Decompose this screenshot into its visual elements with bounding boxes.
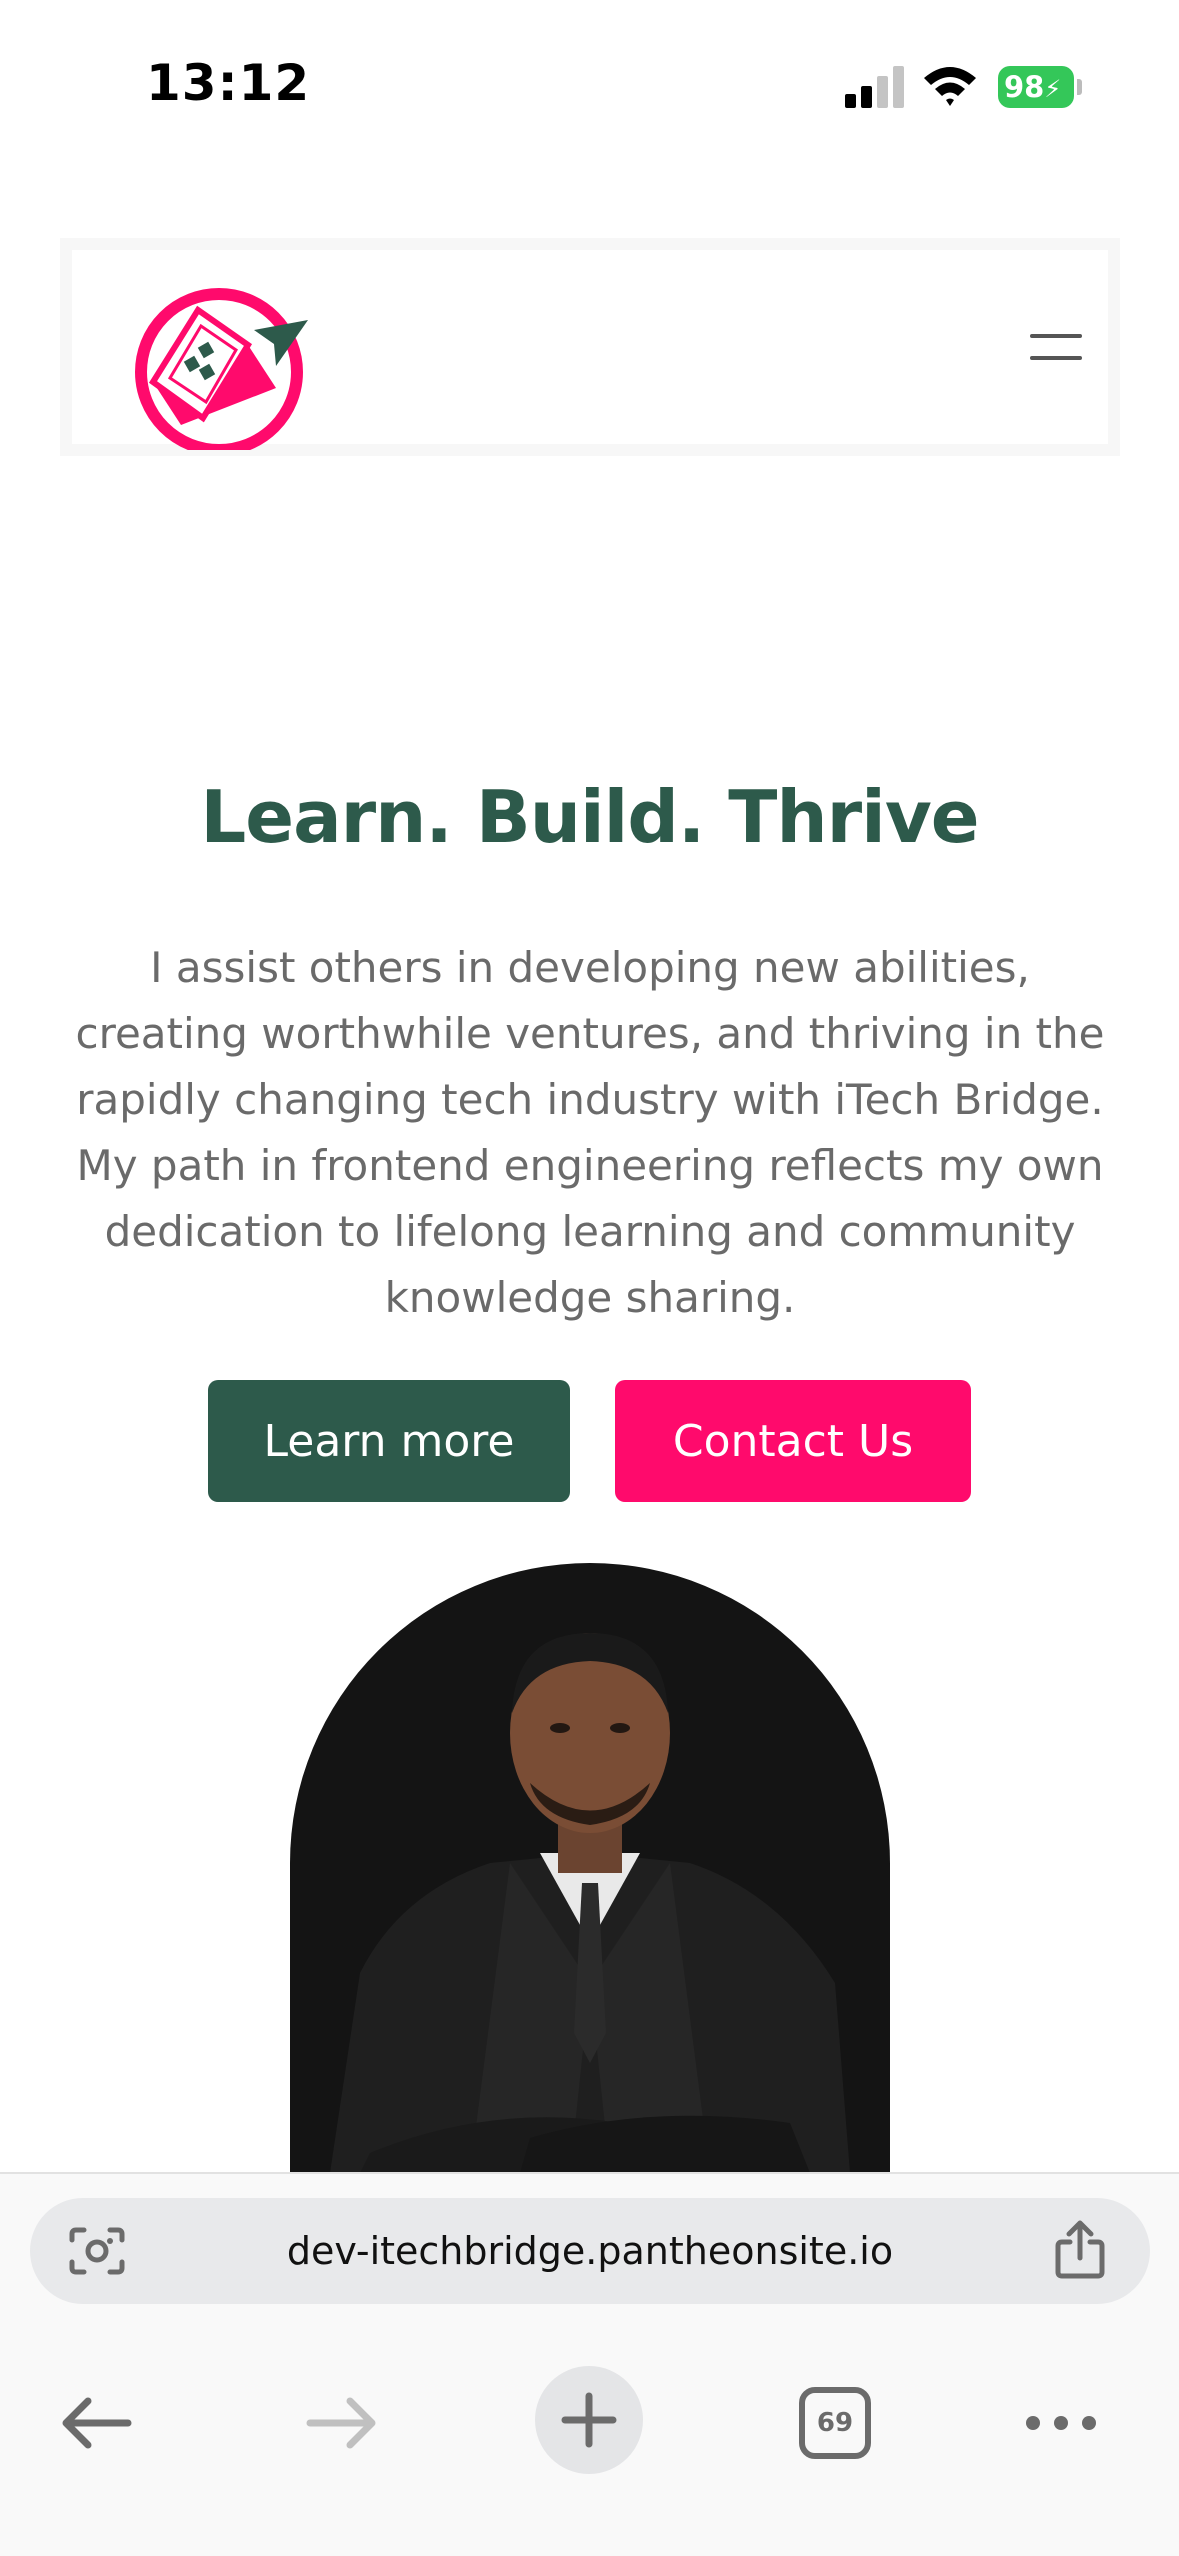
plus-icon: [561, 2392, 617, 2448]
battery-level: 98⚡: [998, 66, 1074, 108]
profile-portrait: [290, 1563, 890, 2173]
more-button[interactable]: [1006, 2368, 1116, 2478]
battery-charging-icon: 98⚡: [998, 66, 1082, 108]
more-icon: [1026, 2416, 1096, 2430]
share-icon[interactable]: [1052, 2220, 1108, 2280]
hamburger-menu-icon[interactable]: [1030, 330, 1084, 370]
back-button[interactable]: [40, 2368, 150, 2478]
tabs-icon: 69: [799, 2387, 871, 2459]
forward-arrow-icon: [306, 2397, 376, 2449]
site-header: [60, 238, 1120, 456]
portrait-figure: [330, 1633, 850, 2173]
learn-more-button[interactable]: Learn more: [208, 1380, 570, 1502]
tab-count: 69: [816, 2408, 854, 2438]
wifi-icon: [924, 67, 976, 106]
forward-button[interactable]: [288, 2368, 398, 2478]
itechbridge-logo[interactable]: [108, 270, 348, 450]
url-text: dev-itechbridge.pantheonsite.io: [286, 2229, 894, 2273]
back-arrow-icon: [62, 2397, 132, 2449]
status-bar: 13:12 98⚡: [0, 0, 1179, 150]
browser-toolbar: dev-itechbridge.pantheonsite.io 69: [0, 2172, 1179, 2556]
browser-nav-row: 69: [0, 2334, 1179, 2494]
contact-us-button[interactable]: Contact Us: [615, 1380, 971, 1502]
hero-title: Learn. Build. Thrive: [200, 775, 979, 859]
address-bar[interactable]: dev-itechbridge.pantheonsite.io: [30, 2198, 1150, 2304]
cellular-signal-icon: [845, 66, 904, 108]
hero-description: I assist others in developing new abilit…: [75, 943, 1105, 1322]
status-time: 13:12: [146, 54, 311, 112]
tabs-button[interactable]: 69: [780, 2368, 890, 2478]
header-container: [72, 250, 1108, 450]
new-tab-button[interactable]: [535, 2366, 643, 2474]
